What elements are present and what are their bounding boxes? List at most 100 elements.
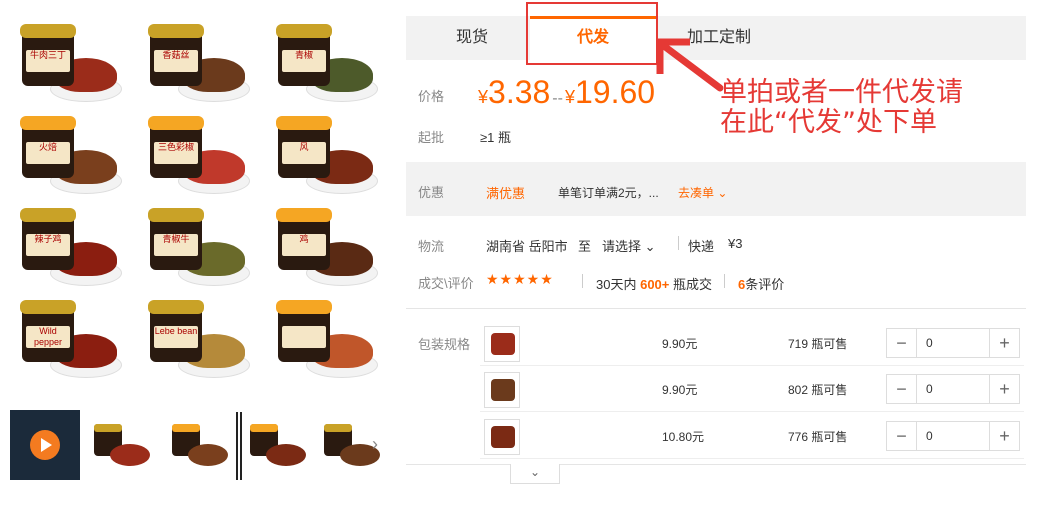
increase-button[interactable]: +	[989, 422, 1019, 450]
quantity-stepper: −0 +	[886, 374, 1020, 404]
divider	[678, 236, 679, 250]
product-image[interactable]: 辣子鸡	[10, 204, 130, 294]
jar-label: Lebe bean	[154, 326, 198, 348]
jar: 鸡	[276, 208, 332, 270]
next-thumbnail-icon[interactable]: ›	[372, 434, 378, 455]
product-image[interactable]: 风	[266, 112, 386, 202]
quantity-input[interactable]: 0	[918, 422, 990, 450]
jar: 风	[276, 116, 332, 178]
divider	[406, 464, 1026, 465]
spec-price: 9.90元	[662, 383, 698, 397]
video-thumbnail[interactable]	[10, 410, 80, 480]
product-image[interactable]: Lebe bean	[138, 296, 258, 386]
shipping-origin: 湖南省 岳阳市	[486, 239, 568, 254]
jar-label: 鸡	[282, 234, 326, 256]
jar-label	[282, 326, 326, 348]
jar-label: 三色彩椒	[154, 142, 198, 164]
red-arrow-icon	[656, 38, 724, 92]
product-image[interactable]: 青椒	[266, 20, 386, 110]
expand-specs-button[interactable]: ⌄	[510, 464, 560, 484]
shipping-label: 物流	[418, 239, 445, 254]
increase-button[interactable]: +	[989, 329, 1019, 357]
dropship-highlight-box	[526, 2, 658, 65]
price-range: ¥3.38 -- ¥19.60	[478, 74, 656, 110]
jar-label: 风	[282, 142, 326, 164]
product-image[interactable]	[266, 296, 386, 386]
quantity-stepper: −0 +	[886, 328, 1020, 358]
spec-row: 10.80元 776 瓶可售 −0 +	[480, 413, 1024, 459]
moq-label: 起批	[418, 130, 445, 145]
price-label: 价格	[418, 89, 445, 104]
shipping-method: 快递	[688, 239, 715, 254]
thumbnail-3[interactable]	[242, 410, 312, 480]
add-more-link[interactable]: 去凑单 ⌄	[678, 184, 727, 201]
jar: Wild pepper	[20, 300, 76, 362]
spec-label: 包装规格	[418, 337, 471, 352]
promo-description: 单笔订单满2元，...	[558, 186, 659, 200]
shipping-fee: ¥3	[728, 236, 743, 251]
spec-stock: 719 瓶可售	[788, 337, 848, 351]
jar-label: Wild pepper	[26, 326, 70, 348]
jar-label: 青椒	[282, 50, 326, 72]
jar-label: 辣子鸡	[26, 234, 70, 256]
thumbnail-2[interactable]	[164, 410, 234, 480]
decrease-button[interactable]: −	[887, 375, 917, 403]
product-image[interactable]: 香菇丝	[138, 20, 258, 110]
jar: 香菇丝	[148, 24, 204, 86]
sales-count: 30天内 600+ 瓶成交	[596, 277, 713, 292]
increase-button[interactable]: +	[989, 375, 1019, 403]
divider	[406, 308, 1026, 309]
spec-price: 10.80元	[662, 430, 705, 444]
product-image[interactable]: 鸡	[266, 204, 386, 294]
dropship-annotation: 单拍或者一件代发请 在此“代发”处下单	[720, 77, 963, 138]
spec-stock: 802 瓶可售	[788, 383, 848, 397]
jar	[276, 300, 332, 362]
play-icon[interactable]	[30, 430, 60, 460]
spec-stock: 776 瓶可售	[788, 430, 848, 444]
jar-label: 牛肉三丁	[26, 50, 70, 72]
jar-label: 火焙	[26, 142, 70, 164]
jar: 火焙	[20, 116, 76, 178]
spec-thumbnail[interactable]	[484, 372, 520, 408]
jar-label: 青椒牛	[154, 234, 198, 256]
jar: Lebe bean	[148, 300, 204, 362]
product-image[interactable]: 三色彩椒	[138, 112, 258, 202]
jar: 青椒牛	[148, 208, 204, 270]
jar: 牛肉三丁	[20, 24, 76, 86]
promo-label: 优惠	[418, 185, 445, 200]
spec-row: 9.90元 719 瓶可售 −0 +	[480, 320, 1024, 366]
product-image[interactable]: 牛肉三丁	[10, 20, 130, 110]
spec-price: 9.90元	[662, 337, 698, 351]
spec-thumbnail[interactable]	[484, 326, 520, 362]
decrease-button[interactable]: −	[887, 329, 917, 357]
quantity-stepper: −0 +	[886, 421, 1020, 451]
product-image-gallery[interactable]: 牛肉三丁 香菇丝 青椒火焙 三色彩椒 风辣子鸡 青椒牛 鸡 Wild pepper Lebe b…	[10, 20, 390, 390]
moq-value: ≥1 瓶	[480, 130, 511, 145]
decrease-button[interactable]: −	[887, 422, 917, 450]
jar: 三色彩椒	[148, 116, 204, 178]
product-image[interactable]: 火焙	[10, 112, 130, 202]
destination-select[interactable]: 请选择 ⌄	[602, 236, 656, 255]
quantity-input[interactable]: 0	[918, 375, 990, 403]
jar-label: 香菇丝	[154, 50, 198, 72]
rating-stars: ★★★★★	[486, 271, 554, 287]
thumbnail-1[interactable]	[86, 410, 156, 480]
divider	[724, 274, 725, 288]
thumbnail-divider	[236, 412, 238, 480]
shipping-to: 至	[578, 239, 592, 254]
quantity-input[interactable]: 0	[918, 329, 990, 357]
deals-label: 成交\评价	[418, 276, 474, 291]
thumbnail-strip: ›	[10, 410, 390, 485]
product-image[interactable]: 青椒牛	[138, 204, 258, 294]
jar: 辣子鸡	[20, 208, 76, 270]
divider	[582, 274, 583, 288]
price-high: 19.60	[574, 74, 656, 110]
jar: 青椒	[276, 24, 332, 86]
tab-spot[interactable]: 现货	[432, 16, 512, 60]
spec-row: 9.90元 802 瓶可售 −0 +	[480, 366, 1024, 412]
review-count[interactable]: 6条评价	[738, 274, 784, 293]
price-low: 3.38	[488, 74, 551, 110]
spec-thumbnail[interactable]	[484, 419, 520, 455]
product-image[interactable]: Wild pepper	[10, 296, 130, 386]
promo-tag: 满优惠	[486, 186, 526, 201]
